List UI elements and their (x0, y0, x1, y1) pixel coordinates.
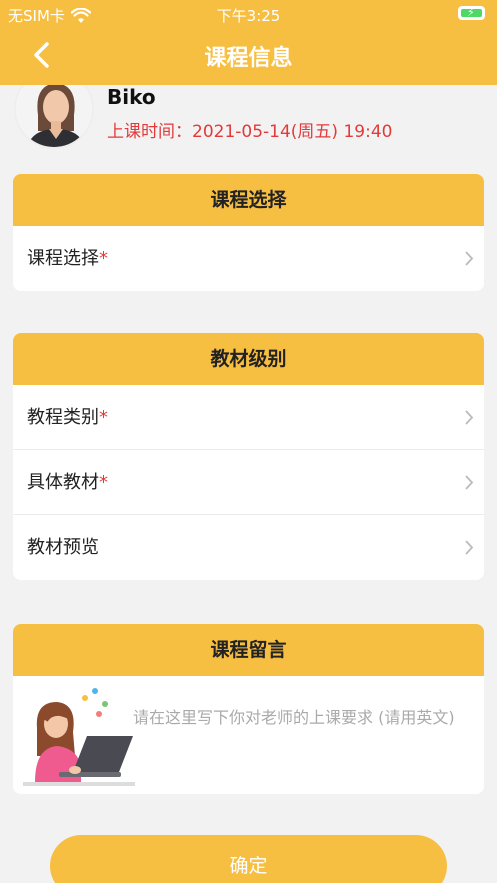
required-mark: * (99, 472, 108, 493)
student-laptop-illustration (23, 688, 135, 786)
course-message-card: 课程留言 (13, 624, 484, 794)
row-tutorial-category[interactable]: 教程类别* (13, 385, 484, 450)
required-mark: * (99, 248, 108, 269)
row-label: 教材预览 (27, 537, 99, 558)
row-material-preview[interactable]: 教材预览 (13, 515, 484, 580)
material-level-card: 教材级别 教程类别* 具体教材* 教材预览 (13, 333, 484, 580)
material-level-header: 教材级别 (13, 333, 484, 385)
chevron-right-icon (465, 251, 474, 266)
chevron-right-icon (465, 475, 474, 490)
row-label: 教程类别 (27, 407, 99, 428)
battery-icon: ⚡ (458, 6, 485, 20)
course-selection-card: 课程选择 课程选择* (13, 174, 484, 291)
teacher-profile: Biko 上课时间：2021-05-14(周五) 19:40 (0, 69, 497, 155)
confirm-button[interactable]: 确定 (50, 835, 447, 883)
row-label: 课程选择 (27, 248, 99, 269)
message-body (13, 676, 484, 794)
course-selection-header: 课程选择 (13, 174, 484, 226)
page-title: 课程信息 (204, 46, 293, 71)
message-input[interactable] (133, 706, 469, 766)
status-bar: 无SIM卡 下午3:25 ⚡ (0, 0, 497, 28)
row-specific-material[interactable]: 具体教材* (13, 450, 484, 515)
teacher-name: Biko (107, 85, 156, 109)
chevron-right-icon (465, 410, 474, 425)
header: 无SIM卡 下午3:25 ⚡ 课程信息 (0, 0, 497, 85)
status-time: 下午3:25 (216, 7, 281, 25)
class-time: 上课时间：2021-05-14(周五) 19:40 (107, 122, 393, 142)
required-mark: * (99, 407, 108, 428)
course-message-header: 课程留言 (13, 624, 484, 676)
chevron-right-icon (465, 540, 474, 555)
row-course-select[interactable]: 课程选择* (13, 226, 484, 291)
row-label: 具体教材 (27, 472, 99, 493)
